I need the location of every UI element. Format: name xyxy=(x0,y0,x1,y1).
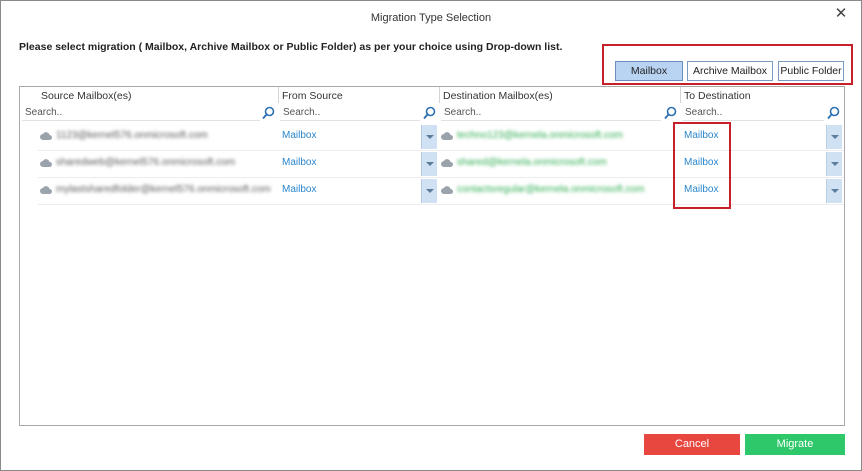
source-mailbox: 1123@kernel576.onmicrosoft.com xyxy=(56,130,208,141)
column-separator xyxy=(439,87,440,103)
chevron-down-icon[interactable] xyxy=(826,179,842,203)
close-button[interactable]: ✕ xyxy=(833,6,849,22)
search-icon[interactable] xyxy=(423,106,436,120)
search-icon[interactable] xyxy=(262,106,275,120)
close-icon: ✕ xyxy=(834,5,848,22)
to-destination-search-cell xyxy=(682,105,824,121)
column-header-destination[interactable]: Destination Mailbox(es) xyxy=(443,90,553,102)
title-bar: Migration Type Selection ✕ xyxy=(1,1,861,35)
destination-mailbox: shared@kernela.onmicrosoft.com xyxy=(457,157,607,168)
column-header-source[interactable]: Source Mailbox(es) xyxy=(41,90,131,102)
destination-mailbox: contactsregular@kernela.onmicrosoft.com xyxy=(457,184,645,195)
cancel-button[interactable]: Cancel xyxy=(644,434,740,455)
cloud-icon xyxy=(441,159,453,167)
instruction-text: Please select migration ( Mailbox, Archi… xyxy=(19,41,563,53)
from-source-search-cell xyxy=(280,105,420,121)
search-icon[interactable] xyxy=(827,106,840,120)
destination-search-input[interactable] xyxy=(441,105,661,120)
search-icon[interactable] xyxy=(664,106,677,120)
column-header-to-destination[interactable]: To Destination xyxy=(684,90,751,102)
cloud-icon xyxy=(441,186,453,194)
chevron-down-icon[interactable] xyxy=(826,152,842,176)
to-destination-search-input[interactable] xyxy=(682,105,824,120)
from-source-search-input[interactable] xyxy=(280,105,420,120)
from-source-dropdown-value[interactable]: Mailbox xyxy=(282,177,412,203)
public-folder-type-button[interactable]: Public Folder xyxy=(778,61,844,81)
cloud-icon xyxy=(441,132,453,140)
chevron-down-icon[interactable] xyxy=(826,125,842,149)
chevron-down-icon[interactable] xyxy=(421,152,437,176)
column-separator xyxy=(278,87,279,103)
destination-mailbox: techno123@kernela.onmicrosoft.com xyxy=(457,130,623,141)
chevron-down-icon[interactable] xyxy=(421,179,437,203)
source-mailbox: sharedweb@kernel576.onmicrosoft.com xyxy=(56,157,236,168)
source-search-input[interactable] xyxy=(22,105,260,120)
migration-type-dialog: Migration Type Selection ✕ Please select… xyxy=(0,0,862,471)
column-separator xyxy=(680,87,681,103)
migrate-button[interactable]: Migrate xyxy=(745,434,845,455)
to-destination-highlight xyxy=(673,122,731,209)
chevron-down-icon[interactable] xyxy=(421,125,437,149)
mailbox-type-button[interactable]: Mailbox xyxy=(615,61,683,81)
window-title: Migration Type Selection xyxy=(370,12,492,24)
cloud-icon xyxy=(40,132,52,140)
from-source-dropdown-value[interactable]: Mailbox xyxy=(282,150,412,176)
destination-search-cell xyxy=(441,105,661,121)
cloud-icon xyxy=(40,159,52,167)
source-mailbox: mylastsharedfolder@kernel576.onmicrosoft… xyxy=(56,184,271,195)
from-source-dropdown-value[interactable]: Mailbox xyxy=(282,123,412,149)
cloud-icon xyxy=(40,186,52,194)
column-header-from-source[interactable]: From Source xyxy=(282,90,343,102)
source-search-cell xyxy=(22,105,260,121)
archive-mailbox-type-button[interactable]: Archive Mailbox xyxy=(687,61,773,81)
